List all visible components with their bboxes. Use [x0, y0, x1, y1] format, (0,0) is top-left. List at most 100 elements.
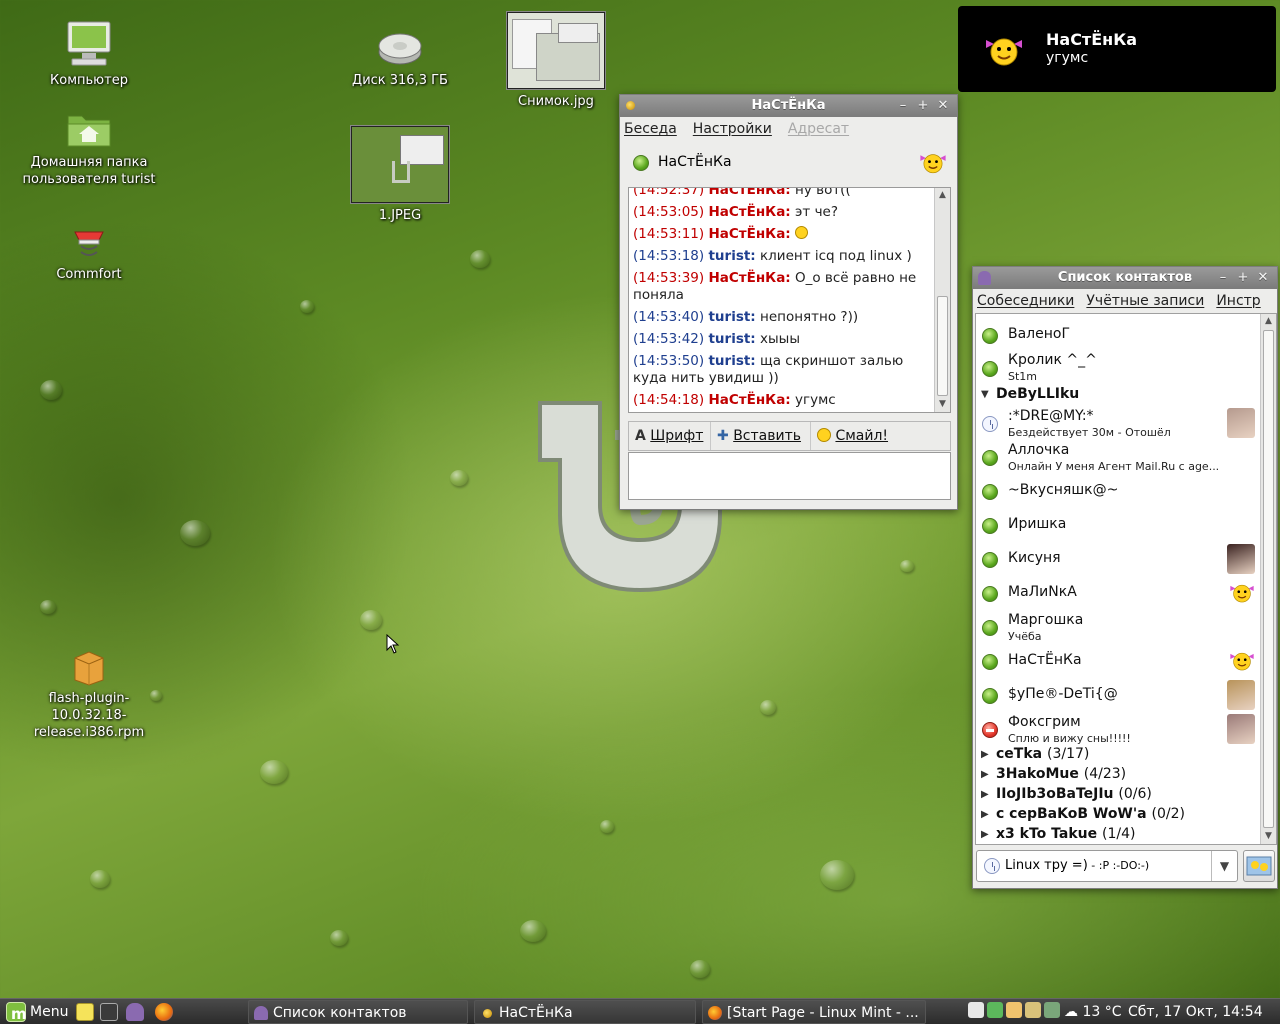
chat-icon — [483, 1009, 492, 1018]
buddy-group[interactable]: ▶ 3HakoMue (4/23) — [976, 766, 1259, 786]
buddy-item[interactable]: Фоксгрим Сплю и вижу сны!!!!! — [976, 712, 1259, 746]
close-icon[interactable]: ✕ — [933, 95, 953, 117]
online-status-icon — [982, 620, 998, 636]
expander-closed-icon[interactable]: ▶ — [981, 789, 989, 800]
group-label: x3 kTo Takue (1/4) — [996, 826, 1135, 842]
buddy-item[interactable]: Иришка — [976, 508, 1259, 542]
buddy-item[interactable]: Маргошка Учёба — [976, 610, 1259, 644]
buddy-name: Аллочка — [1008, 442, 1070, 458]
desktop-icon-commfort[interactable]: Commfort — [19, 226, 159, 283]
online-status-icon — [982, 518, 998, 534]
buddy-item[interactable]: Кисуня — [976, 542, 1259, 576]
buddy-item[interactable]: НаСтЁнКа — [976, 644, 1259, 678]
lock-tray-icon[interactable] — [1025, 1002, 1041, 1018]
desktop-icon-label: Компьютер — [50, 73, 128, 88]
taskbar-task-firefox[interactable]: [Start Page - Linux Mint - ... — [702, 1000, 926, 1024]
status-smileys: - :P :-DO:-) — [1087, 859, 1150, 872]
scroll-up-icon[interactable]: ▲ — [1261, 314, 1276, 329]
firefox-launcher-icon[interactable] — [155, 1003, 173, 1021]
buddy-list-scrollbar[interactable]: ▲ ▼ — [1260, 314, 1276, 844]
chevron-down-icon[interactable]: ▼ — [1211, 851, 1237, 881]
start-menu-button[interactable]: Menu — [2, 999, 74, 1024]
chat-titlebar[interactable]: НаСтЁнКа – + ✕ — [620, 95, 957, 117]
buddy-group[interactable]: ▶ IIoJIb3oBaTeJIu (0/6) — [976, 786, 1259, 806]
weather-applet[interactable]: ☁ 13 °C — [1064, 999, 1122, 1024]
maximize-icon[interactable]: + — [913, 95, 933, 117]
hard-disk-icon — [378, 33, 422, 65]
online-status-icon — [982, 654, 998, 670]
notification-body: угумс — [1046, 50, 1089, 66]
expander-closed-icon[interactable]: ▶ — [981, 749, 989, 760]
chat-history[interactable]: (14:52:37) НаСтЁнКа: ну вот(((14:53:05) … — [628, 187, 951, 413]
smiley-button[interactable]: Смайл! — [811, 422, 911, 450]
buddy-item[interactable]: ВаленоГ — [976, 320, 1259, 350]
network-tray-icon[interactable] — [1044, 1002, 1060, 1018]
menu-conversation[interactable]: Беседа — [624, 121, 677, 137]
chat-history-scrollbar[interactable]: ▲ ▼ — [934, 188, 950, 412]
expander-closed-icon[interactable]: ▶ — [981, 769, 989, 780]
scrollbar-thumb[interactable] — [937, 296, 948, 396]
menu-tools[interactable]: Инстр — [1216, 293, 1260, 309]
desktop-icon-computer[interactable]: Компьютер — [19, 20, 159, 89]
taskbar-task-buddy-list[interactable]: Список контактов — [248, 1000, 468, 1024]
desktop-icon-label: flash-plugin-10.0.32.18-release.i386.rpm — [33, 691, 145, 740]
buddy-group[interactable]: ▶ ceTka (3/17) — [976, 746, 1259, 766]
menu-options[interactable]: Настройки — [693, 121, 772, 137]
buddy-list-window[interactable]: Список контактов – + ✕ Собеседники Учётные … — [972, 266, 1278, 889]
notification-popup[interactable]: НаСтЁнКа угумс — [958, 6, 1276, 92]
chat-message: (14:52:37) НаСтЁнКа: ну вот(( — [633, 188, 932, 199]
pidgin-launcher-icon[interactable] — [126, 1003, 144, 1021]
buddy-item[interactable]: $уПе®-DeTi{@ — [976, 678, 1259, 712]
taskbar-task-chat[interactable]: НаСтЁнКа — [474, 1000, 696, 1024]
buddy-icon-button[interactable] — [1243, 850, 1275, 882]
message-input[interactable] — [628, 452, 951, 500]
desktop-icon-disk[interactable]: Диск 316,3 ГБ — [330, 28, 470, 89]
online-status-icon — [982, 450, 998, 466]
buddy-item[interactable]: ~Вкусняшк@~ — [976, 474, 1259, 508]
clock[interactable]: Сбт, 17 Окт, 14:54 — [1128, 999, 1263, 1024]
desktop-icon-label: Домашняя папка пользователя turist — [22, 155, 156, 187]
close-icon[interactable]: ✕ — [1253, 267, 1273, 289]
expander-closed-icon[interactable]: ▶ — [981, 809, 989, 820]
group-name: 3HakoMue — [996, 766, 1079, 782]
pidgin-tray-icon[interactable] — [968, 1002, 984, 1018]
group-name: ceTka — [996, 746, 1043, 762]
expander-open-icon[interactable]: ▼ — [981, 389, 989, 400]
scroll-down-icon[interactable]: ▼ — [1261, 829, 1276, 844]
chat-message: (14:53:18) turist: клиент icq под linux … — [633, 248, 932, 265]
font-button[interactable]: A Шрифт — [629, 422, 711, 450]
messenger-tray-icon[interactable] — [987, 1002, 1003, 1018]
notes-launcher-icon[interactable] — [76, 1003, 94, 1021]
terminal-launcher-icon[interactable] — [100, 1003, 118, 1021]
menu-buddies[interactable]: Собеседники — [977, 293, 1074, 309]
buddy-group[interactable]: ▶ c cepBaKoB WoW'a (0/2) — [976, 806, 1259, 826]
menu-accounts[interactable]: Учётные записи — [1086, 293, 1204, 309]
clipboard-tray-icon[interactable] — [1006, 1002, 1022, 1018]
buddy-item[interactable]: :*DRE@MY:* Бездействует 30м - Отошёл — [976, 406, 1259, 440]
buddy-item[interactable]: Кролик ^_^ St1m — [976, 350, 1259, 386]
buddy-list-title: Список контактов — [1057, 270, 1193, 285]
buddy-group[interactable]: ▼ DeByLLIku — [976, 386, 1259, 406]
minimize-icon[interactable]: – — [1213, 267, 1233, 289]
buddy-list-titlebar[interactable]: Список контактов – + ✕ — [973, 267, 1277, 289]
buddy-item[interactable]: Аллочка Онлайн У меня Агент Mail.Ru с age… — [976, 440, 1259, 474]
smiley-icon — [817, 428, 831, 442]
desktop-icon-flash-plugin-rpm[interactable]: flash-plugin-10.0.32.18-release.i386.rpm — [19, 648, 159, 741]
maximize-icon[interactable]: + — [1233, 267, 1253, 289]
expander-closed-icon[interactable]: ▶ — [981, 829, 989, 840]
minimize-icon[interactable]: – — [893, 95, 913, 117]
desktop-icon-screenshot-jpg[interactable]: Снимок.jpg — [486, 12, 626, 110]
buddy-list[interactable]: ▲ ▼ ВаленоГ Кролик ^_^ St1m ▼ DeByLLIku:*DRE… — [975, 313, 1277, 845]
chat-window[interactable]: НаСтЁнКа – + ✕ Беседа Настройки Адресат НаСт… — [619, 94, 958, 510]
buddy-group[interactable]: ▶ x3 kTo Takue (1/4) — [976, 826, 1259, 844]
menu-buddy[interactable]: Адресат — [788, 121, 849, 137]
desktop-icon-home-folder[interactable]: Домашняя папка пользователя turist — [19, 110, 159, 188]
desktop-icon-1-jpeg[interactable]: 1.JPEG — [330, 126, 470, 224]
scroll-up-icon[interactable]: ▲ — [935, 188, 950, 203]
status-selector[interactable]: Linux тру =) - :P :-DO:-) ▼ — [976, 850, 1238, 882]
insert-button[interactable]: ✚ Вставить — [711, 422, 811, 450]
scroll-down-icon[interactable]: ▼ — [935, 397, 950, 412]
message-sender: turist: — [708, 353, 756, 369]
scrollbar-thumb[interactable] — [1263, 330, 1274, 828]
buddy-item[interactable]: МаЛиNкА — [976, 576, 1259, 610]
